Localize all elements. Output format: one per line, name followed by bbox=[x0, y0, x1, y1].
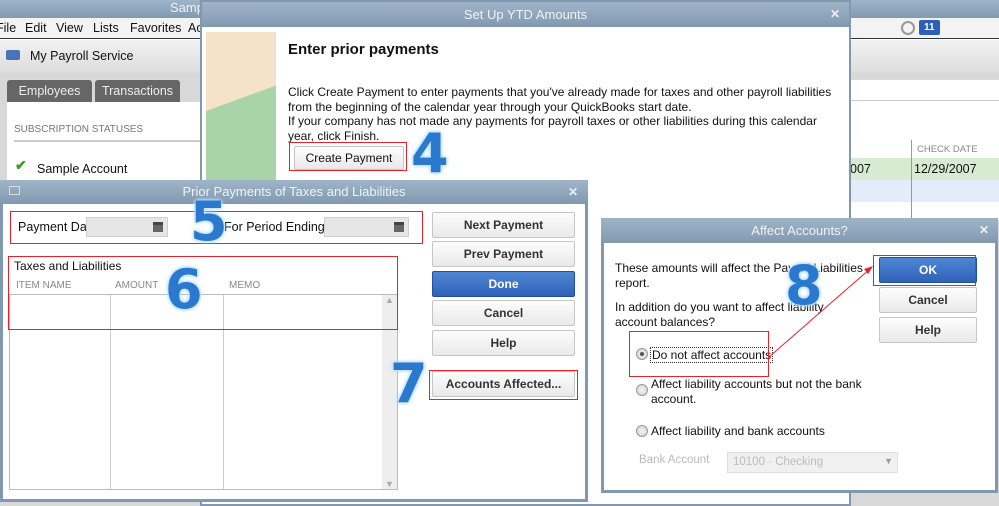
annotation-arrow bbox=[768, 266, 873, 358]
annotation-8: 8 bbox=[785, 254, 823, 317]
